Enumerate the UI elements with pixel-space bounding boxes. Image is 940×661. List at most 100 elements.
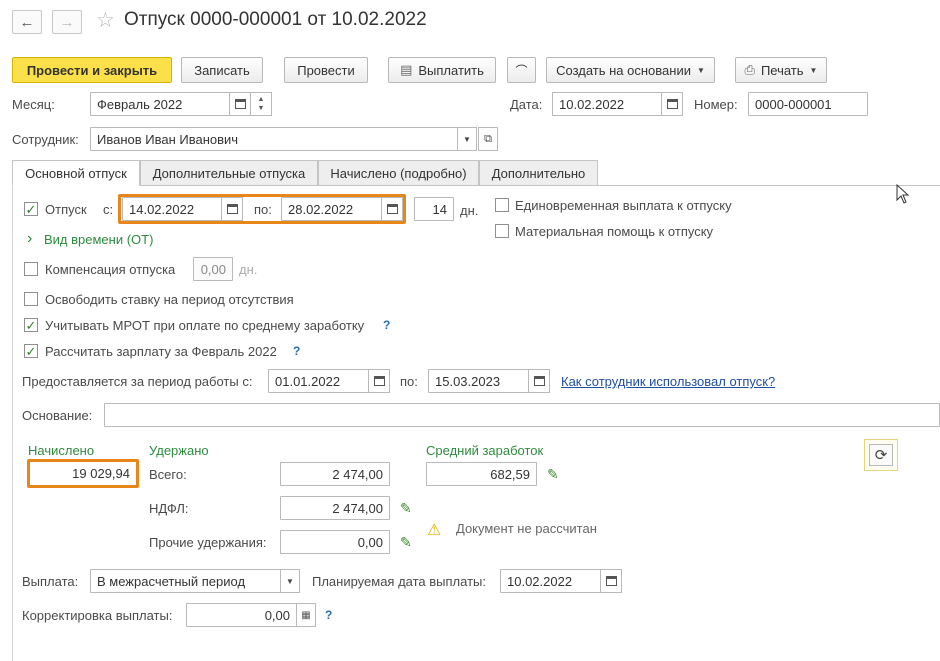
period-to-field[interactable]: 15.03.2023 — [428, 369, 529, 393]
print-button[interactable]: ⎙ Печать ▼ — [735, 57, 827, 83]
arrow-right-icon: → — [59, 13, 75, 31]
tab-main-vacation[interactable]: Основной отпуск — [12, 160, 140, 186]
mrot-help-icon[interactable]: ? — [383, 318, 390, 332]
create-based-on-label: Создать на основании — [556, 62, 691, 78]
chevron-right-icon[interactable]: › — [27, 230, 32, 248]
pay-button-label: Выплатить — [418, 62, 484, 78]
calculator-icon: ▦ — [301, 609, 311, 621]
attach-button[interactable]: ⌒ — [507, 57, 536, 83]
tab-divider — [12, 185, 940, 186]
tab-additional-vacations[interactable]: Дополнительные отпуска — [140, 160, 318, 186]
planned-date-label: Планируемая дата выплаты: — [312, 574, 486, 589]
material-aid-checkbox[interactable] — [495, 224, 509, 238]
caret-down-icon: ▼ — [463, 134, 471, 144]
back-button[interactable]: ← — [12, 10, 42, 34]
lump-sum-label: Единовременная выплата к отпуску — [515, 198, 732, 213]
paperclip-icon: ⌒ — [515, 63, 528, 78]
checkmark-icon: ✓ — [25, 343, 37, 359]
ndfl-field[interactable]: 2 474,00 — [280, 496, 390, 520]
spin-up-icon[interactable]: ▲ — [258, 95, 265, 104]
create-based-on-button[interactable]: Создать на основании ▼ — [546, 57, 715, 83]
compensation-checkbox[interactable] — [24, 262, 38, 276]
period-label: Предоставляется за период работы с: — [22, 374, 253, 389]
compensation-label: Компенсация отпуска — [45, 262, 176, 277]
arrow-left-icon: ← — [19, 13, 35, 31]
lump-sum-checkbox[interactable] — [495, 198, 509, 212]
average-earnings-title: Средний заработок — [426, 443, 544, 458]
compensation-unit-label: дн. — [239, 262, 258, 277]
star-icon[interactable]: ☆ — [96, 8, 115, 33]
vacation-from-field[interactable]: 14.02.2022 — [122, 197, 222, 221]
save-button[interactable]: Записать — [181, 57, 263, 83]
number-label: Номер: — [694, 97, 738, 112]
average-earnings-edit-icon[interactable]: ✎ — [547, 466, 559, 483]
basis-field[interactable] — [104, 403, 940, 427]
open-window-icon: ⧉ — [484, 132, 492, 145]
tab-accrued-detailed[interactable]: Начислено (подробно) — [318, 160, 479, 186]
employee-label: Сотрудник: — [12, 132, 79, 147]
average-earnings-field[interactable]: 682,59 — [426, 462, 537, 486]
date-field[interactable]: 10.02.2022 — [552, 92, 662, 116]
calc-salary-help-icon[interactable]: ? — [293, 344, 300, 358]
calendar-icon — [373, 376, 385, 386]
correction-label: Корректировка выплаты: — [22, 608, 173, 623]
correction-field[interactable]: 0,00 — [186, 603, 297, 627]
release-rate-checkbox[interactable] — [24, 292, 38, 306]
planned-date-field[interactable]: 10.02.2022 — [500, 569, 601, 593]
employee-field[interactable]: Иванов Иван Иванович — [90, 127, 458, 151]
post-and-close-button[interactable]: Провести и закрыть — [12, 57, 172, 83]
vacation-from-calendar-button[interactable] — [221, 197, 243, 221]
to-label: по: — [254, 202, 272, 217]
employee-dropdown-button[interactable]: ▼ — [457, 127, 477, 151]
vacation-days-field[interactable]: 14 — [414, 197, 454, 221]
month-spin-buttons[interactable]: ▲ ▼ — [250, 92, 272, 116]
calendar-icon — [533, 376, 545, 386]
total-field[interactable]: 2 474,00 — [280, 462, 390, 486]
pay-button[interactable]: ▤ Выплатить — [388, 57, 496, 83]
month-field[interactable]: Февраль 2022 — [90, 92, 230, 116]
vacation-to-calendar-button[interactable] — [381, 197, 403, 221]
accrued-field[interactable]: 19 029,94 — [30, 462, 136, 485]
caret-down-icon: ▼ — [809, 65, 818, 75]
correction-help-icon[interactable]: ? — [325, 608, 332, 622]
calculator-button[interactable]: ▦ — [296, 603, 316, 627]
vacation-checkbox[interactable]: ✓ — [24, 202, 38, 216]
post-button[interactable]: Провести — [284, 57, 368, 83]
tab-additional[interactable]: Дополнительно — [479, 160, 598, 186]
payment-dropdown-button[interactable]: ▼ — [280, 569, 300, 593]
other-withholding-edit-icon[interactable]: ✎ — [400, 534, 412, 551]
recalculate-button[interactable]: ⟳ — [864, 439, 898, 471]
time-type-link[interactable]: Вид времени (ОТ) — [44, 232, 153, 247]
employee-open-button[interactable]: ⧉ — [478, 127, 498, 151]
print-button-label: Печать — [760, 62, 804, 78]
calendar-icon — [234, 99, 246, 109]
date-label: Дата: — [510, 97, 543, 112]
spin-down-icon[interactable]: ▼ — [258, 104, 265, 113]
forward-button[interactable]: → — [52, 10, 82, 34]
caret-down-icon: ▼ — [286, 576, 294, 586]
date-calendar-button[interactable] — [661, 92, 683, 116]
ndfl-edit-icon[interactable]: ✎ — [400, 500, 412, 517]
warning-icon: ⚠ — [427, 522, 442, 539]
month-label: Месяц: — [12, 97, 55, 112]
material-aid-label: Материальная помощь к отпуску — [515, 224, 714, 239]
mouse-cursor-icon — [896, 184, 910, 204]
payment-field[interactable]: В межрасчетный период — [90, 569, 281, 593]
not-calculated-warning: Документ не рассчитан — [456, 521, 597, 536]
number-field[interactable]: 0000-000001 — [748, 92, 868, 116]
month-calendar-button[interactable] — [229, 92, 251, 116]
period-from-field[interactable]: 01.01.2022 — [268, 369, 369, 393]
vacation-to-field[interactable]: 28.02.2022 — [281, 197, 382, 221]
checkmark-icon: ✓ — [25, 317, 37, 333]
calc-salary-checkbox[interactable]: ✓ — [24, 344, 38, 358]
other-withholding-field[interactable]: 0,00 — [280, 530, 390, 554]
from-label: с: — [103, 202, 114, 217]
period-from-calendar-button[interactable] — [368, 369, 390, 393]
mrot-label: Учитывать МРОТ при оплате по среднему за… — [45, 318, 365, 333]
planned-date-calendar-button[interactable] — [600, 569, 622, 593]
period-to-calendar-button[interactable] — [528, 369, 550, 393]
mrot-checkbox[interactable]: ✓ — [24, 318, 38, 332]
calendar-icon — [226, 204, 238, 214]
vacation-usage-link[interactable]: Как сотрудник использовал отпуск? — [561, 374, 775, 389]
compensation-days-field[interactable]: 0,00 — [193, 257, 233, 281]
